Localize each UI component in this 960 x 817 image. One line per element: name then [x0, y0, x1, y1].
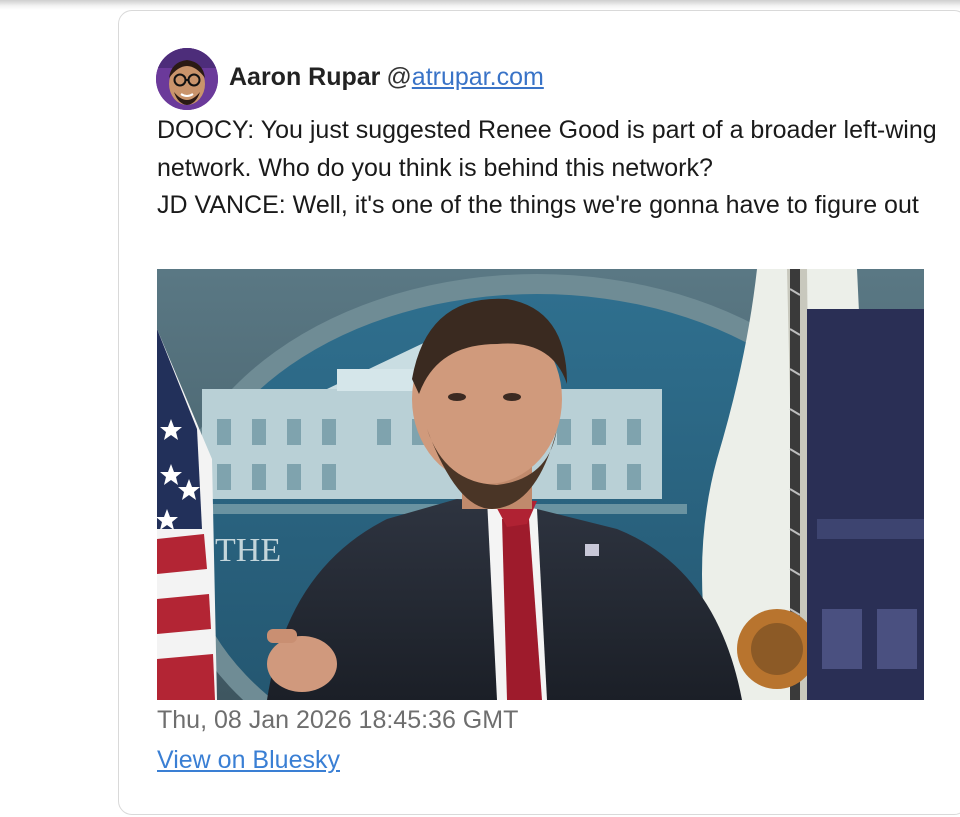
author-avatar[interactable] [156, 48, 218, 110]
author-name[interactable]: Aaron Rupar [229, 63, 380, 91]
avatar-icon [156, 48, 218, 110]
view-on-bluesky-link[interactable]: View on Bluesky [157, 745, 340, 775]
top-shadow [0, 0, 960, 10]
post-text-line-question: DOOCY: You just suggested Renee Good is … [157, 116, 937, 182]
post-text: DOOCY: You just suggested Renee Good is … [157, 112, 937, 225]
press-briefing-image: THE [157, 269, 924, 700]
post-text-line-answer: JD VANCE: Well, it's one of the things w… [157, 191, 919, 219]
backdrop-text: THE [215, 532, 281, 569]
author-line: Aaron Rupar @atrupar.com [229, 62, 544, 92]
author-handle-link[interactable]: atrupar.com [412, 63, 544, 91]
handle-prefix: @ [386, 63, 412, 91]
post-timestamp: Thu, 08 Jan 2026 18:45:36 GMT [157, 706, 519, 734]
video-thumbnail[interactable]: THE [157, 269, 924, 700]
